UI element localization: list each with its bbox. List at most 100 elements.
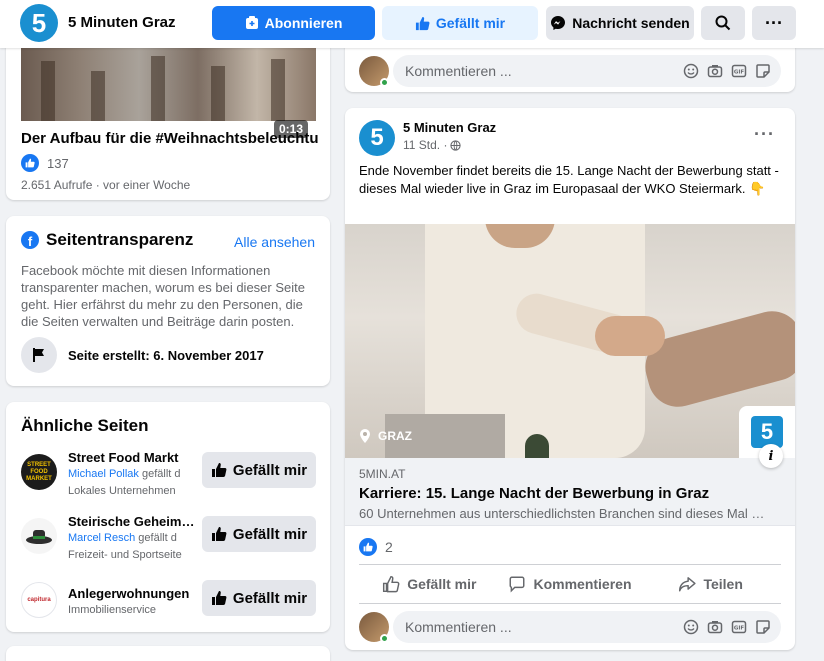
post-actions: Gefällt mir Kommentieren Teilen [359, 564, 781, 604]
similar-page-category: Immobilienservice [68, 604, 157, 616]
messenger-icon [551, 16, 566, 30]
thumb-shape [271, 59, 285, 121]
like-button-label: Gefällt mir [232, 461, 308, 479]
post-timestamp[interactable]: 11 Std. · [403, 138, 462, 152]
link-domain: 5MIN.AT [359, 467, 406, 481]
thumbs-up-icon [415, 16, 430, 30]
page-logo-street-food[interactable]: STREET FOOD MARKET [21, 454, 57, 490]
page-logo-capitura[interactable]: capitura [21, 582, 57, 618]
similar-page-item: capitura Anlegerwohnungen Immobilienserv… [21, 576, 321, 628]
friend-suffix: gefällt d [135, 532, 177, 544]
post-page-name[interactable]: 5 Minuten Graz [403, 120, 496, 135]
sticker-icon[interactable] [755, 619, 771, 635]
video-thumbnail[interactable] [21, 48, 316, 121]
similar-page-like-button[interactable]: Gefällt mir [202, 516, 316, 552]
comment-tools: GIF [683, 619, 771, 635]
image-shape [638, 304, 795, 414]
similar-page-like-button[interactable]: Gefällt mir [202, 452, 316, 488]
post-image[interactable]: GRAZ 5 [345, 224, 795, 458]
emoji-icon[interactable] [683, 63, 699, 79]
globe-icon [450, 139, 462, 151]
like-post-button[interactable]: Gefällt mir [359, 565, 500, 603]
video-like-count: 137 [47, 155, 69, 171]
send-message-button[interactable]: Nachricht senden [546, 6, 694, 40]
video-meta: 2.651 Aufrufe · vor einer Woche [21, 178, 191, 192]
image-location-label: GRAZ [359, 429, 412, 443]
similar-page-name[interactable]: Steirische Geheimtipps [68, 514, 196, 529]
similar-page-category: Freizeit- und Sportseite [68, 549, 182, 561]
like-page-button[interactable]: Gefällt mir [382, 6, 538, 40]
thumb-shape [91, 71, 105, 121]
online-status-indicator [380, 78, 389, 87]
comment-input[interactable]: Kommentieren ... GIF [393, 55, 781, 87]
video-reactions[interactable]: 137 [21, 154, 69, 172]
similar-page-item: STREET FOOD MARKET Street Food Markt Mic… [21, 448, 321, 500]
comment-action-label: Kommentieren [533, 576, 632, 592]
share-action-label: Teilen [703, 576, 743, 592]
share-icon [679, 577, 697, 592]
comment-placeholder: Kommentieren ... [405, 63, 512, 79]
page-name[interactable]: 5 Minuten Graz [68, 14, 176, 31]
page-transparency-card: f Seitentransparenz Alle ansehen Faceboo… [6, 216, 330, 386]
comment-input[interactable]: Kommentieren ... GIF [393, 611, 781, 643]
camera-icon[interactable] [707, 63, 723, 79]
hat-logo-icon[interactable] [21, 518, 57, 554]
thumb-shape [211, 66, 225, 121]
friend-name-link[interactable]: Michael Pollak [68, 468, 139, 480]
page-logo[interactable]: 5 [20, 4, 58, 42]
similar-pages-card: Ähnliche Seiten STREET FOOD MARKET Stree… [6, 402, 330, 632]
more-options-button[interactable]: ··· [752, 6, 796, 40]
similar-page-like-button[interactable]: Gefällt mir [202, 580, 316, 616]
page-header: 5 5 Minuten Graz Abonnieren Gefällt mir … [0, 0, 824, 48]
similar-page-friend: Michael Pollak gefällt d [68, 468, 196, 480]
gif-icon[interactable]: GIF [731, 619, 747, 635]
emoji-icon[interactable] [683, 619, 699, 635]
transparency-heading: f Seitentransparenz [21, 230, 193, 250]
image-shape [595, 316, 665, 356]
share-post-button[interactable]: Teilen [640, 565, 781, 603]
svg-text:GIF: GIF [734, 626, 745, 632]
thumb-shape [41, 61, 55, 121]
street-food-logo-text: STREET FOOD MARKET [26, 461, 52, 482]
thumbs-up-icon [211, 463, 227, 477]
more-dots-icon: ··· [765, 12, 783, 33]
comment-icon [510, 576, 525, 593]
video-card: 0:13 Der Aufbau für die #Weihnachtsbeleu… [6, 32, 330, 200]
post-options-icon[interactable]: ··· [754, 124, 775, 145]
sticker-icon[interactable] [755, 63, 771, 79]
comment-tools: GIF [683, 63, 771, 79]
gif-icon[interactable]: GIF [731, 63, 747, 79]
see-all-link[interactable]: Alle ansehen [234, 234, 315, 250]
link-preview[interactable]: 5MIN.AT Karriere: 15. Lange Nacht der Be… [345, 458, 795, 526]
similar-page-name[interactable]: Anlegerwohnungen [68, 586, 196, 601]
like-button-label: Gefällt mir [232, 589, 308, 607]
friend-name-link[interactable]: Marcel Resch [68, 532, 135, 544]
svg-text:GIF: GIF [734, 70, 745, 76]
page-created-row: Seite erstellt: 6. November 2017 [21, 337, 264, 373]
similar-page-friend: Marcel Resch gefällt d [68, 532, 196, 544]
video-title[interactable]: Der Aufbau für die #Weihnachtsbeleuchtun… [21, 130, 319, 147]
friend-suffix: gefällt d [138, 468, 181, 480]
comment-post-button[interactable]: Kommentieren [500, 565, 641, 603]
like-reaction-icon [359, 538, 377, 556]
post-page-avatar[interactable]: 5 [359, 120, 395, 156]
post-reactions[interactable]: 2 [359, 538, 393, 556]
camera-icon[interactable] [707, 619, 723, 635]
subscribe-button[interactable]: Abonnieren [212, 6, 375, 40]
image-location-text: GRAZ [378, 429, 412, 443]
comment-placeholder: Kommentieren ... [405, 619, 512, 635]
capitura-logo-text: capitura [27, 597, 51, 603]
search-icon [715, 15, 731, 31]
next-card [6, 646, 330, 661]
transparency-title: Seitentransparenz [46, 230, 194, 249]
page-created-text: Seite erstellt: 6. November 2017 [68, 347, 264, 363]
like-button-label: Gefällt mir [232, 525, 308, 543]
thumbs-up-icon [211, 527, 227, 541]
search-button[interactable] [701, 6, 745, 40]
similar-page-name[interactable]: Street Food Markt [68, 450, 196, 465]
info-icon[interactable]: i [759, 444, 783, 468]
flag-icon [21, 337, 57, 373]
post-card: 5 5 Minuten Graz 11 Std. · ··· Ende Nove… [345, 108, 795, 650]
similar-page-item: Steirische Geheimtipps Marcel Resch gefä… [21, 512, 321, 564]
reaction-count: 2 [385, 539, 393, 555]
